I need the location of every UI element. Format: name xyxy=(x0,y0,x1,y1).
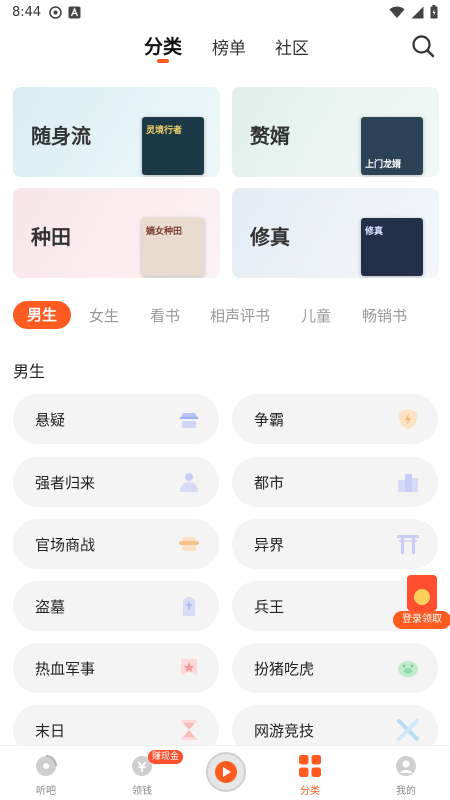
torii-gate-icon xyxy=(397,535,419,554)
city-icon xyxy=(398,474,418,492)
subtab-children[interactable]: 儿童 xyxy=(301,305,331,326)
subtab-female[interactable]: 女生 xyxy=(89,305,119,326)
nav-mine[interactable]: 我的 xyxy=(366,746,446,800)
search-icon[interactable] xyxy=(410,33,436,59)
section-title: 男生 xyxy=(13,362,46,381)
book-cover-title: 上门龙婿 xyxy=(365,160,402,170)
sub-tabs: 男生 女生 看书 相声评书 儿童 畅销书 xyxy=(13,300,439,330)
book-cover: 上门龙婿 xyxy=(361,117,423,175)
tab-category[interactable]: 分类 xyxy=(144,32,182,59)
genre-label: 扮猪吃虎 xyxy=(254,660,315,678)
banner-star-icon xyxy=(181,659,197,676)
genre-label: 都市 xyxy=(254,474,285,492)
genre-item[interactable]: 官场商战 xyxy=(13,519,219,569)
nav-label: 分类 xyxy=(300,786,320,797)
book-cover-title: 灵境行者 xyxy=(146,126,183,136)
featured-card-zhongtian[interactable]: 种田 嫡女种田 xyxy=(13,188,220,278)
book-cover: 修真 xyxy=(361,218,423,276)
category-grid-icon xyxy=(299,755,321,777)
notification-a-icon xyxy=(68,6,81,18)
genre-label: 官场商战 xyxy=(35,536,96,554)
genre-label: 悬疑 xyxy=(35,411,66,429)
genre-label: 强者归来 xyxy=(35,474,96,492)
book-cover: 灵境行者 xyxy=(142,117,204,175)
play-icon xyxy=(215,761,237,783)
nav-label: 领钱 xyxy=(132,786,152,797)
subtab-reading[interactable]: 看书 xyxy=(150,305,180,326)
detective-icon xyxy=(180,413,198,428)
genre-label: 争霸 xyxy=(254,411,285,429)
login-reward-label: 登录领取 xyxy=(393,611,450,629)
genre-label: 兵王 xyxy=(254,598,285,616)
shield-icon xyxy=(399,409,417,429)
play-triangle-icon xyxy=(223,767,231,777)
nav-label: 我的 xyxy=(396,786,416,797)
genre-item[interactable]: 悬疑 xyxy=(13,394,219,444)
subtab-male[interactable]: 男生 xyxy=(13,301,71,329)
login-reward-float[interactable]: 登录领取 xyxy=(393,575,450,629)
profile-icon xyxy=(396,756,416,776)
book-cover: 嫡女种田 xyxy=(142,218,204,276)
genre-label: 网游竞技 xyxy=(254,722,315,740)
subtab-bestseller[interactable]: 畅销书 xyxy=(362,305,407,326)
featured-card-label: 修真 xyxy=(250,225,290,249)
genre-item[interactable]: 盗墓 xyxy=(13,581,219,631)
genre-label: 盗墓 xyxy=(35,598,66,616)
status-bar: 8:44 xyxy=(0,0,450,24)
genre-label: 末日 xyxy=(35,722,66,740)
nav-label: 听吧 xyxy=(36,786,56,797)
genre-item[interactable]: 异界 xyxy=(232,519,438,569)
genre-label: 热血军事 xyxy=(35,660,96,678)
status-time: 8:44 xyxy=(12,4,42,20)
person-icon xyxy=(180,473,198,492)
scroll-icon xyxy=(179,537,199,551)
earn-cash-badge: 赚现金 xyxy=(148,750,184,764)
top-nav: 分类 榜单 社区 xyxy=(0,24,450,68)
nav-category[interactable]: 分类 xyxy=(270,746,350,800)
sync-icon xyxy=(49,5,63,19)
battery-icon xyxy=(430,5,438,19)
wifi-icon xyxy=(389,6,405,18)
signal-icon xyxy=(411,6,424,18)
genre-item[interactable]: 争霸 xyxy=(232,394,438,444)
tab-ranking[interactable]: 榜单 xyxy=(212,34,246,59)
tab-active-indicator xyxy=(157,59,169,63)
player-button[interactable] xyxy=(206,752,246,792)
red-envelope-seal xyxy=(414,589,430,605)
genre-label: 异界 xyxy=(254,536,285,554)
featured-card-label: 随身流 xyxy=(31,124,91,148)
pig-icon xyxy=(398,661,418,677)
featured-card-label: 赘婿 xyxy=(250,124,290,148)
subtab-crosstalk[interactable]: 相声评书 xyxy=(210,305,270,326)
genre-item[interactable]: 都市 xyxy=(232,457,438,507)
disc-icon xyxy=(36,755,57,776)
tombstone-icon xyxy=(183,597,195,616)
featured-card-zhuixu[interactable]: 赘婿 上门龙婿 xyxy=(232,87,439,177)
book-cover-title: 修真 xyxy=(365,227,384,237)
genre-item[interactable]: 扮猪吃虎 xyxy=(232,643,438,693)
nav-listen[interactable]: 听吧 xyxy=(6,746,86,800)
crossed-swords-icon xyxy=(397,719,419,741)
featured-card-suishenliu[interactable]: 随身流 灵境行者 xyxy=(13,87,220,177)
book-cover-title: 嫡女种田 xyxy=(146,227,183,237)
featured-card-xiuzhen[interactable]: 修真 修真 xyxy=(232,188,439,278)
hourglass-icon xyxy=(181,720,197,740)
genre-item[interactable]: 热血军事 xyxy=(13,643,219,693)
genre-item[interactable]: 强者归来 xyxy=(13,457,219,507)
tab-community[interactable]: 社区 xyxy=(275,34,309,59)
featured-card-label: 种田 xyxy=(31,225,71,249)
